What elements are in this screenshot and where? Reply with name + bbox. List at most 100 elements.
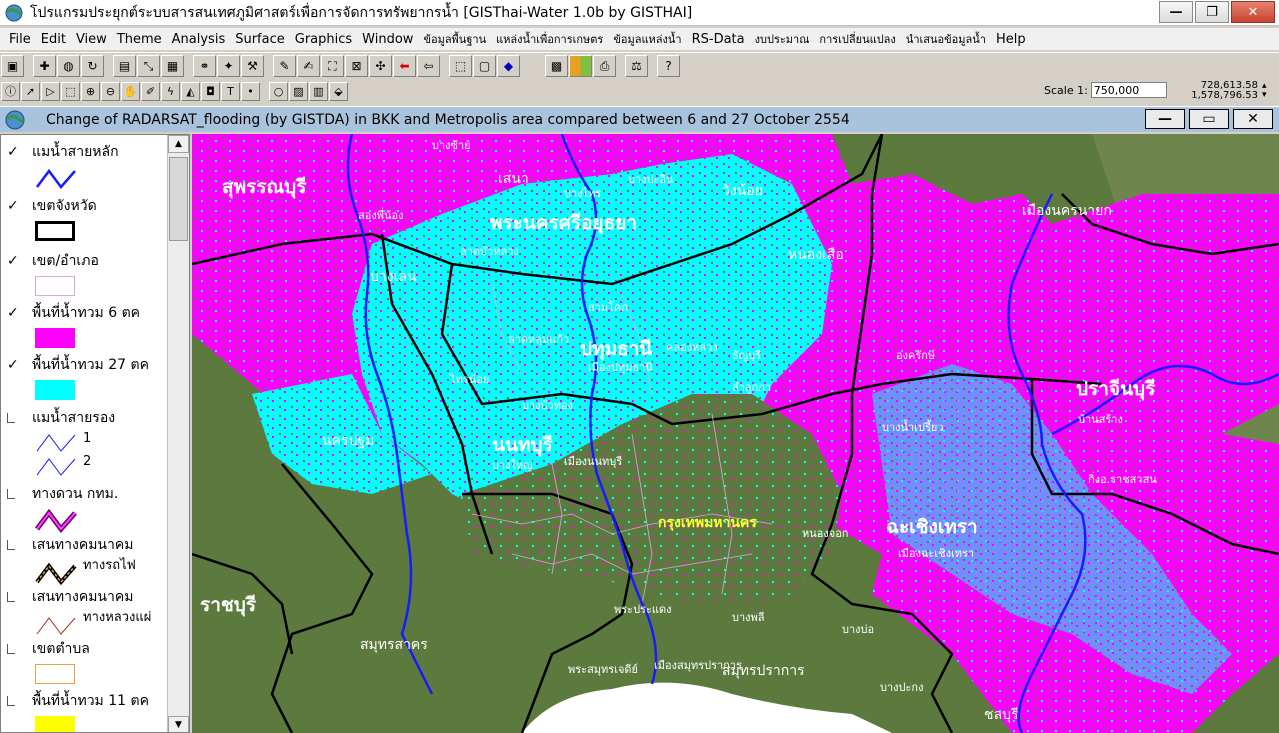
select-all-icon[interactable]: ⬚ [449,55,472,77]
menu-file[interactable]: File [4,32,36,47]
text-icon[interactable]: T [221,81,240,101]
edit-legend-icon[interactable]: ↻ [81,55,104,77]
menu-present-water[interactable]: นำเสนอข้อมูลน้ำ [901,30,991,48]
menu-basic-data[interactable]: ข้อมูลพื้นฐาน [418,30,491,48]
find-icon[interactable]: ⚭ [193,55,216,77]
hotlink-icon[interactable]: ✦ [217,55,240,77]
legend-item-district[interactable]: ✓ เขต/อำเภอ [7,250,171,296]
legend-item-subdistrict[interactable]: เขตตำบล [7,638,171,684]
checkbox-unchecked[interactable] [7,489,15,499]
legend-item-highway[interactable]: เสนทางคมนาคม ทางหลวงแผ่ [7,586,171,641]
scroll-up-icon[interactable]: ▲ [168,135,189,153]
legend-item-expressway[interactable]: ทางดวน กทม. [7,483,171,538]
locate-icon[interactable]: ▦ [161,55,184,77]
attribute-icon[interactable]: ⚖ [625,55,648,77]
theme-props-icon[interactable]: ◍ [57,55,80,77]
highway-label: ทางหลวงแผ่ [83,610,152,625]
promote-icon[interactable]: ◆ [497,55,520,77]
area-icon[interactable]: ◭ [181,81,200,101]
menu-water-source[interactable]: ข้อมูลแหล่งน้ำ [608,30,686,48]
query-builder-icon[interactable]: ⤡ [137,55,160,77]
restore-button[interactable]: ❐ [1195,1,1229,23]
menu-surface[interactable]: Surface [230,32,290,47]
vertex-icon[interactable]: ▷ [41,81,60,101]
map-canvas[interactable]: สุพรรณบุรี พระนครศรีอยุธยา ปทุมธานี นนทบ… [192,134,1279,733]
scroll-down-icon[interactable]: ▼ [168,716,189,732]
legend-item-minor-river[interactable]: แมน้ำสายรอง 1 2 [7,407,171,482]
select-feature-icon[interactable]: ⬚ [61,81,80,101]
identify-icon[interactable]: ⓘ [1,81,20,101]
menu-rs-data[interactable]: RS-Data [687,32,750,47]
legend-label: เสนทางคมนาคม [32,589,134,605]
point-icon[interactable]: • [241,81,260,101]
checkbox-unchecked[interactable] [7,413,15,423]
zoom-out-icon[interactable]: ⊖ [101,81,120,101]
menu-change[interactable]: การเปลี่ยนแปลง [814,30,900,48]
checkbox-checked[interactable]: ✓ [7,358,22,373]
label-icon[interactable]: ◘ [201,81,220,101]
save-icon[interactable]: ▣ [1,55,24,77]
clear-selection-icon[interactable]: ▢ [473,55,496,77]
forward-icon[interactable]: ⇦ [417,55,440,77]
view-maximize-button[interactable]: ▭ [1189,109,1229,129]
app-globe-icon [5,4,23,21]
legend-scrollbar[interactable]: ▲ ▼ [167,135,189,732]
zoom-active-icon[interactable]: ⊠ [345,55,368,77]
help-icon[interactable]: ? [657,55,680,77]
checkbox-checked[interactable]: ✓ [7,306,22,321]
chart-tool-icon[interactable]: ▥ [309,81,328,101]
measure-icon[interactable]: ✐ [141,81,160,101]
zoom-selected-icon[interactable]: ✣ [369,55,392,77]
legend-item-flood-11oct[interactable]: พื้นที่น้ำทวม 11 ตค [7,690,171,732]
color-icon[interactable]: ▩ [545,55,568,77]
menu-budget[interactable]: งบประมาณ [750,30,815,48]
legend-item-main-river[interactable]: ✓ แมน้ำสายหลัก [7,141,171,194]
zoom-in-icon[interactable]: ⊕ [81,81,100,101]
district-label: เมืองฉะเชิงเทรา [898,547,975,560]
circle-icon[interactable]: ○ [269,81,288,101]
zoom-full-icon[interactable]: ⛶ [321,55,344,77]
snap-icon[interactable]: ⬙ [329,81,348,101]
checkbox-unchecked[interactable] [7,592,15,602]
pointer-icon[interactable]: ➚ [21,81,40,101]
pan-icon[interactable]: ✋ [121,81,140,101]
checkbox-unchecked[interactable] [7,540,15,550]
table-icon[interactable]: ▤ [113,55,136,77]
legend-item-flood-27oct[interactable]: ✓ พื้นที่น้ำทวม 27 ตค [7,354,171,400]
legend-item-flood-6oct[interactable]: ✓ พื้นที่น้ำทวม 6 ตค [7,302,171,348]
menu-graphics[interactable]: Graphics [290,32,357,47]
menu-analysis[interactable]: Analysis [167,32,231,47]
scale-input[interactable] [1090,82,1167,98]
menu-theme[interactable]: Theme [112,32,167,47]
tools-icon[interactable]: ⚒ [241,55,264,77]
menu-view[interactable]: View [71,32,112,47]
legend-label: พื้นที่น้ำทวม 27 ตค [32,357,149,373]
checkbox-checked[interactable]: ✓ [7,145,22,160]
checkbox-checked[interactable]: ✓ [7,254,22,269]
print-icon[interactable]: ⎙ [593,55,616,77]
add-theme-icon[interactable]: ✚ [33,55,56,77]
minimize-button[interactable]: — [1159,1,1193,23]
layout-icon[interactable]: ✎ [273,55,296,77]
menu-window[interactable]: Window [357,32,418,47]
district-label: บางพลี [732,611,765,624]
chart-icon[interactable]: ✍ [297,55,320,77]
menu-edit[interactable]: Edit [36,32,71,47]
legend-item-province[interactable]: ✓ เขตจังหวัด [7,195,171,241]
checkbox-checked[interactable]: ✓ [7,199,22,214]
highway-symbol [36,617,76,635]
back-icon[interactable]: ⬅ [393,55,416,77]
image-icon[interactable]: ▨ [289,81,308,101]
hotlink-tool-icon[interactable]: ϟ [161,81,180,101]
menu-help[interactable]: Help [991,32,1031,47]
view-minimize-button[interactable]: — [1145,109,1185,129]
legend-item-railway[interactable]: เสนทางคมนาคม ทางรถไฟ [7,534,171,589]
view-close-button[interactable]: ✕ [1233,109,1273,129]
legend-icon[interactable] [569,55,592,77]
close-button[interactable]: ✕ [1231,1,1275,23]
menu-agri-water[interactable]: แหล่งน้ำเพื่อการเกษตร [491,30,608,48]
checkbox-unchecked[interactable] [7,644,15,654]
scroll-thumb[interactable] [169,157,188,241]
province-label: ปราจีนบุรี [1076,378,1156,400]
checkbox-unchecked[interactable] [7,696,15,706]
